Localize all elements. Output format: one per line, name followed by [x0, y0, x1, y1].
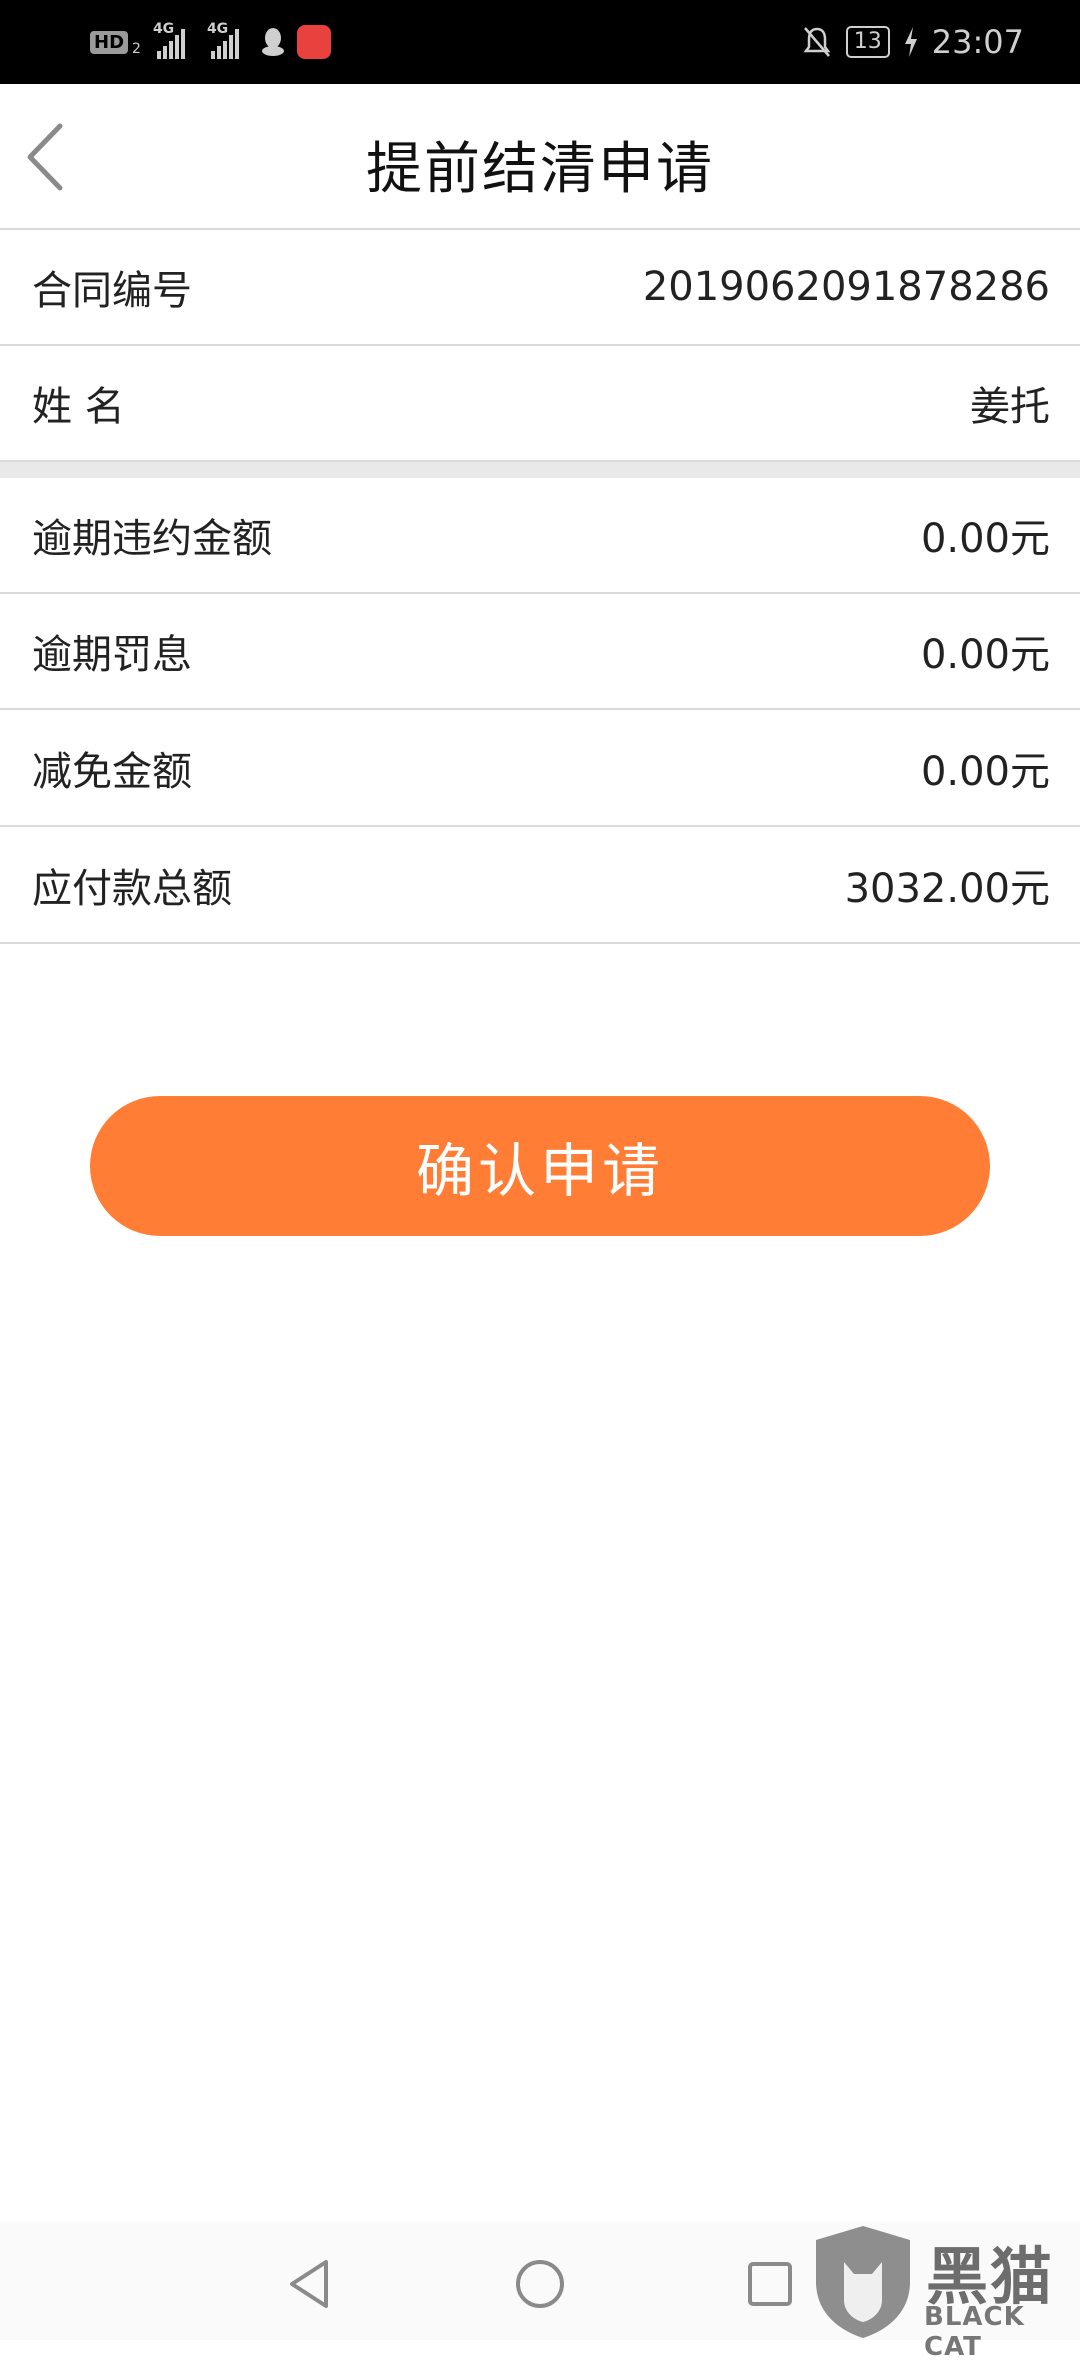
status-left: HD 2 4G 4G — [90, 21, 331, 62]
watermark-subtext: BLACK CAT — [924, 2302, 1025, 2362]
contract-number-row: 合同编号 2019062091878286 — [0, 230, 1080, 346]
overdue-penalty-label: 逾期违约金额 — [32, 516, 272, 562]
waiver-amount-row: 减免金额 0.00元 — [0, 711, 1080, 827]
overdue-interest-value: 0.00元 — [920, 632, 1050, 678]
qq-icon — [261, 28, 284, 56]
huawei-appgallery-icon — [296, 25, 331, 59]
page-title: 提前结清申请 — [366, 137, 714, 202]
black-cat-shield-icon — [816, 2226, 910, 2338]
nav-back-icon[interactable] — [286, 2258, 332, 2310]
status-bar: HD 2 4G 4G 13 23:07 — [0, 0, 1080, 84]
status-right: 13 23:07 — [802, 20, 1024, 64]
waiver-amount-value: 0.00元 — [920, 749, 1050, 795]
network-type-label: 4G — [152, 21, 175, 37]
page-header: 提前结清申请 — [0, 84, 1080, 230]
signal-icon: 4G — [207, 21, 249, 59]
hd-indicator: HD — [90, 30, 129, 54]
contract-number-value: 2019062091878286 — [642, 264, 1050, 310]
overdue-penalty-value: 0.00元 — [920, 516, 1050, 562]
overdue-penalty-row: 逾期违约金额 0.00元 — [0, 478, 1080, 594]
total-payable-label: 应付款总额 — [32, 866, 232, 912]
hd-sub-indicator: 2 — [132, 41, 141, 57]
name-row: 姓 名 姜托 — [0, 346, 1080, 462]
total-payable-row: 应付款总额 3032.00元 — [0, 828, 1080, 944]
battery-level: 13 — [845, 26, 890, 58]
signal-icon: 4G — [153, 21, 195, 59]
overdue-interest-row: 逾期罚息 0.00元 — [0, 594, 1080, 710]
nav-recents-icon[interactable] — [746, 2258, 794, 2310]
overdue-interest-label: 逾期罚息 — [32, 632, 192, 678]
black-cat-watermark: 黑猫 BLACK CAT — [806, 2222, 1080, 2362]
section-divider — [0, 462, 1080, 478]
name-label: 姓 名 — [32, 384, 125, 430]
contract-number-label: 合同编号 — [32, 268, 192, 314]
charging-icon — [904, 27, 917, 57]
total-payable-value: 3032.00元 — [844, 866, 1050, 912]
waiver-amount-label: 减免金额 — [32, 749, 192, 795]
clock: 23:07 — [931, 23, 1024, 61]
nav-home-icon[interactable] — [514, 2258, 566, 2310]
name-value: 姜托 — [970, 384, 1050, 430]
network-type-label: 4G — [206, 21, 229, 37]
mute-bell-icon — [803, 27, 831, 57]
confirm-application-button[interactable]: 确认申请 — [90, 1096, 990, 1236]
